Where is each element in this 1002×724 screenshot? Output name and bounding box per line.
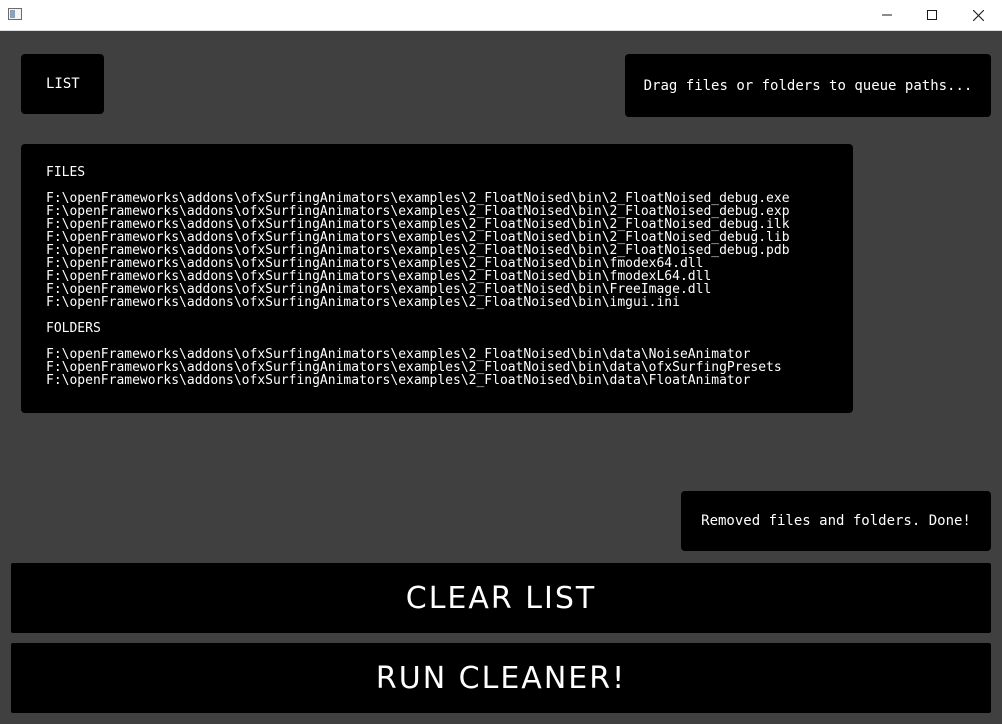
list-button-label: LIST	[46, 76, 80, 92]
close-button[interactable]	[955, 0, 1001, 30]
app-window: LIST Drag files or folders to queue path…	[0, 0, 1002, 724]
file-path: F:\openFrameworks\addons\ofxSurfingAnima…	[46, 295, 680, 310]
folders-heading: FOLDERS	[46, 321, 101, 336]
clear-list-button[interactable]: CLEAR LIST	[11, 563, 991, 633]
run-cleaner-button[interactable]: RUN CLEANER!	[11, 643, 991, 713]
folder-path: F:\openFrameworks\addons\ofxSurfingAnima…	[46, 373, 751, 388]
minimize-button[interactable]	[864, 0, 910, 30]
run-cleaner-label: RUN CLEANER!	[375, 660, 627, 696]
drop-zone-label: Drag files or folders to queue paths...	[643, 77, 973, 94]
folders-list: F:\openFrameworks\addons\ofxSurfingAnima…	[46, 348, 853, 387]
status-message-text: Removed files and folders. Done!	[701, 513, 971, 529]
list-button[interactable]: LIST	[21, 54, 104, 114]
maximize-icon	[927, 10, 937, 20]
queue-panel: FILES F:\openFrameworks\addons\ofxSurfin…	[21, 144, 853, 413]
clear-list-label: CLEAR LIST	[405, 580, 597, 616]
close-icon	[972, 9, 984, 21]
title-bar[interactable]	[0, 0, 1002, 31]
files-list: F:\openFrameworks\addons\ofxSurfingAnima…	[46, 192, 853, 309]
status-message: Removed files and folders. Done!	[681, 491, 991, 551]
maximize-button[interactable]	[909, 0, 955, 30]
drop-zone[interactable]: Drag files or folders to queue paths...	[625, 54, 991, 117]
app-icon	[8, 8, 22, 20]
minimize-icon	[882, 14, 892, 16]
files-heading: FILES	[46, 165, 86, 180]
